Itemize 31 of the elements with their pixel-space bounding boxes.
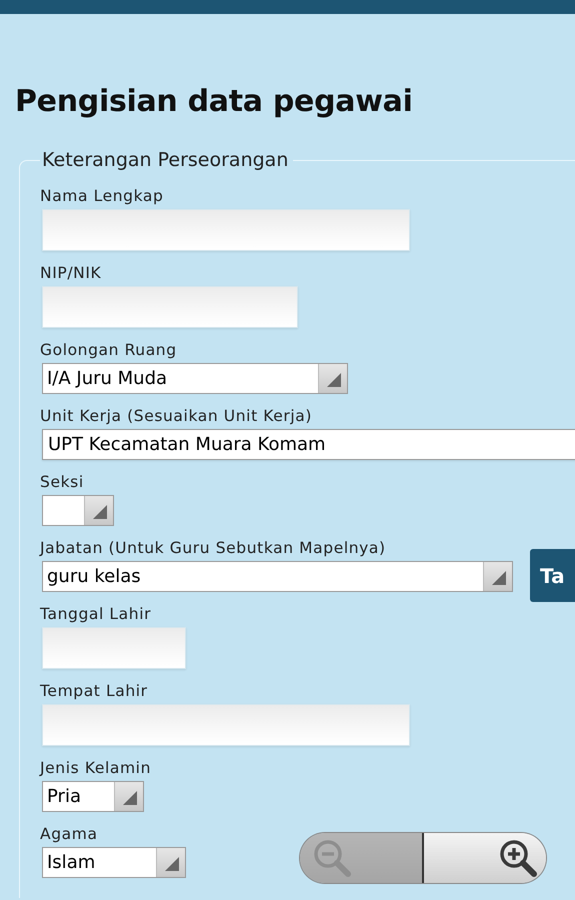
dropdown-arrow-icon [123,791,137,805]
field-label: Nama Lengkap [40,186,164,206]
field-label: Tanggal Lahir [40,604,152,624]
zoom-in-button[interactable] [424,833,546,883]
select-field[interactable]: Islam [42,847,186,878]
input-field[interactable] [42,286,298,328]
field-label: Jenis Kelamin [40,758,152,778]
input-field[interactable]: UPT Kecamatan Muara Komam [42,429,575,460]
page-title: Pengisian data pegawai [15,83,413,121]
select-field[interactable]: guru kelas [42,561,513,592]
field-label: Tempat Lahir [40,681,148,701]
field-label: Seksi [40,472,84,492]
input-field[interactable] [42,704,410,746]
field-label: Agama [40,824,98,844]
zoom-out-icon [312,838,352,878]
field-label: Unit Kerja (Sesuaikan Unit Kerja) [40,406,312,426]
dropdown-arrow-icon [165,857,179,871]
select-field[interactable] [42,495,114,526]
field-label: Golongan Ruang [40,340,177,360]
input-field[interactable] [42,627,186,669]
field-label: Jabatan (Untuk Guru Sebutkan Mapelnya) [40,538,386,558]
add-button[interactable]: Ta [530,549,575,602]
section-legend: Keterangan Perseorangan [40,150,294,171]
dropdown-arrow-icon [93,505,107,519]
select-field[interactable]: Pria [42,781,144,812]
select-field[interactable]: I/A Juru Muda [42,363,348,394]
dropdown-arrow-icon [492,571,506,585]
dropdown-arrow-icon [327,373,341,387]
input-field[interactable] [42,209,410,251]
zoom-in-icon [498,838,538,878]
field-label: NIP/NIK [40,263,102,283]
